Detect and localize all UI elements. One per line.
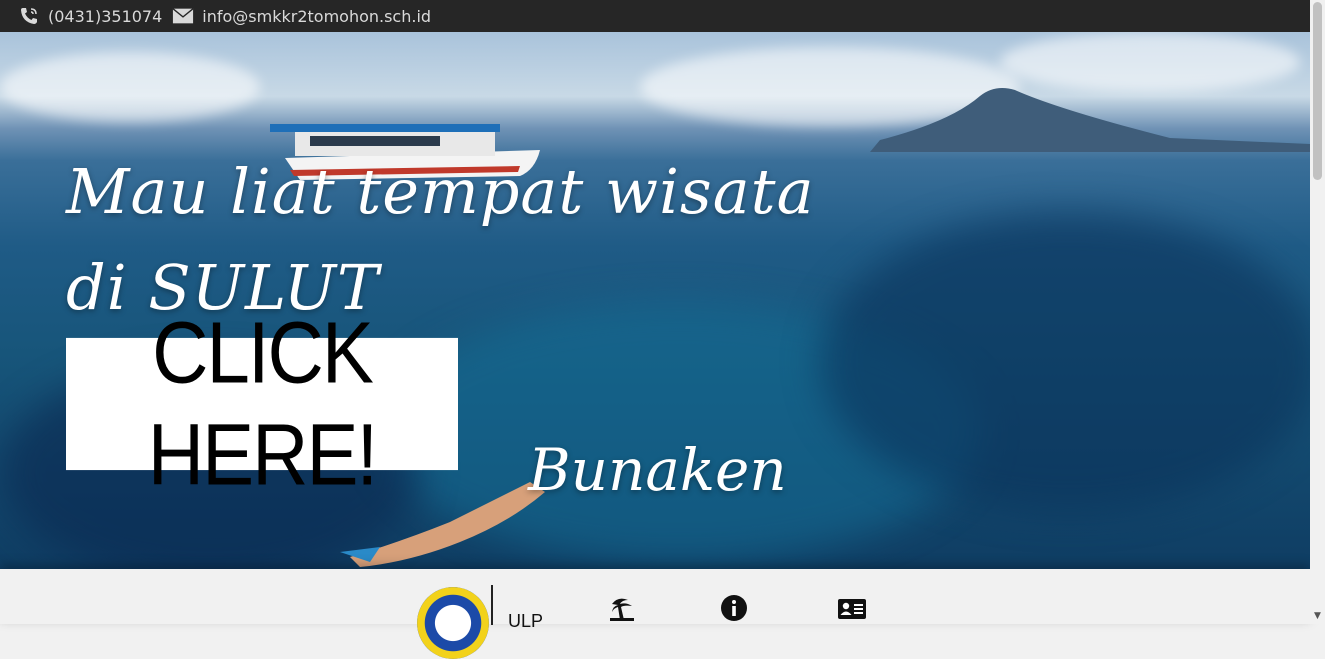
beach-icon[interactable] — [607, 593, 637, 623]
contact-card-icon[interactable] — [837, 593, 867, 623]
brand-name[interactable]: ULP — [508, 611, 543, 632]
school-logo[interactable] — [417, 587, 489, 659]
phone-number[interactable]: (0431)351074 — [48, 7, 162, 26]
phone-icon — [18, 6, 40, 26]
scrollbar-thumb[interactable] — [1313, 2, 1322, 180]
destination-name: Bunaken — [528, 436, 787, 504]
info-icon[interactable] — [719, 593, 749, 623]
hero-banner: Mau liat tempat wisata di SULUT CLICK HE… — [0, 32, 1310, 569]
click-here-button[interactable]: CLICK HERE! — [66, 303, 458, 504]
email-address[interactable]: info@smkkr2tomohon.sch.id — [202, 7, 431, 26]
logo-divider — [491, 585, 493, 625]
volcano-island — [870, 88, 1310, 152]
mail-icon — [172, 6, 194, 26]
scroll-down-arrow-icon[interactable]: ▼ — [1313, 610, 1322, 622]
main-navigation: ULP — [0, 569, 1310, 659]
page-scrollbar[interactable]: ▼ — [1310, 0, 1325, 624]
top-contact-bar: (0431)351074 info@smkkr2tomohon.sch.id — [0, 0, 1310, 32]
